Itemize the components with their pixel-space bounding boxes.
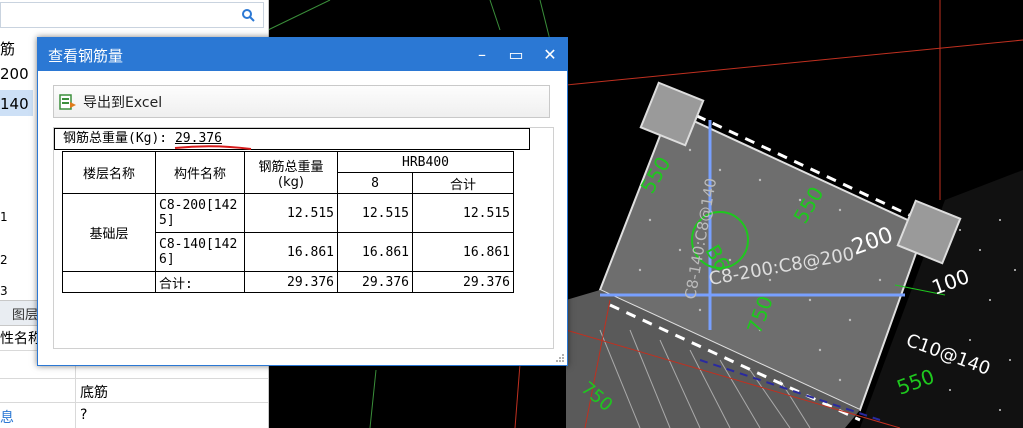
search-input[interactable] [0, 2, 264, 28]
export-label: 导出到Excel [83, 95, 163, 111]
d8-cell: 12.515 [337, 193, 413, 233]
minimize-button[interactable]: – [465, 38, 499, 71]
row-number: 1 [0, 210, 8, 224]
table-row[interactable]: 基础层 C8-200[1425] 12.515 12.515 12.515 [62, 193, 514, 272]
row-number: 2 [0, 253, 8, 267]
header-grade: HRB400 [337, 151, 514, 173]
grid-divider [0, 402, 268, 403]
component-name: C8-140[1426] [155, 232, 245, 272]
d8-cell: 16.861 [337, 232, 413, 272]
close-button[interactable]: ✕ [533, 38, 567, 71]
rebar-sheet: 钢筋总重量(Kg): 29.376 楼层名称 构件名称 钢筋总重量(kg) HR… [53, 127, 554, 349]
total-weight-cell: 16.861 [244, 232, 338, 272]
total-weight-cell: 29.376 [244, 271, 338, 293]
table-row[interactable]: 合计: 29.376 29.376 29.376 [62, 271, 514, 293]
grid-divider [0, 378, 268, 379]
header-component: 构件名称 [155, 151, 245, 194]
total-weight-cell: 12.515 [244, 193, 338, 233]
property-value[interactable]: ? [80, 407, 87, 423]
rebar-quantity-dialog: 查看钢筋量 – ▭ ✕ 导出到Excel 钢筋总重量(Kg): 29.376 楼… [37, 37, 568, 366]
component-name: C8-200[1425] [155, 193, 245, 233]
header-total-weight: 钢筋总重量(kg) [244, 151, 338, 194]
floor-name: 基础层 [62, 193, 156, 272]
property-value[interactable]: 底筋 [80, 382, 108, 402]
d8-cell: 29.376 [337, 271, 413, 293]
property-name: 息 [0, 410, 14, 426]
maximize-button[interactable]: ▭ [499, 38, 533, 71]
dialog-toolbar: 导出到Excel [53, 85, 550, 118]
sum-cell: 29.376 [412, 271, 514, 293]
red-underline-mark [174, 145, 252, 150]
header-floor: 楼层名称 [62, 151, 156, 194]
rebar-table: 楼层名称 构件名称 钢筋总重量(kg) HRB400 8 合计 基础层 C8-2… [62, 151, 514, 293]
excel-export-icon [59, 94, 76, 110]
list-item[interactable]: 140 [0, 95, 29, 113]
dialog-titlebar[interactable]: 查看钢筋量 – ▭ ✕ [38, 38, 567, 71]
resize-grip-icon[interactable] [555, 353, 565, 363]
header-sum: 合计 [412, 172, 514, 194]
dialog-title: 查看钢筋量 [48, 47, 124, 65]
list-item[interactable]: 筋 [0, 38, 15, 59]
row-number: 3 [0, 284, 8, 298]
tab-layer[interactable]: 图层 [12, 304, 38, 323]
list-item[interactable]: 200 [0, 65, 29, 83]
total-row-label: 合计: [155, 271, 245, 293]
export-excel-button[interactable]: 导出到Excel [59, 90, 162, 114]
header-diameter: 8 [337, 172, 413, 194]
sum-cell: 16.861 [412, 232, 514, 272]
property-name-header: 性名称 [0, 331, 42, 347]
total-weight-label: 钢筋总重量(Kg): [63, 131, 168, 146]
sum-cell: 12.515 [412, 193, 514, 233]
search-icon[interactable] [241, 8, 255, 22]
total-weight-line: 钢筋总重量(Kg): 29.376 [54, 128, 530, 150]
empty-cell [62, 271, 156, 293]
